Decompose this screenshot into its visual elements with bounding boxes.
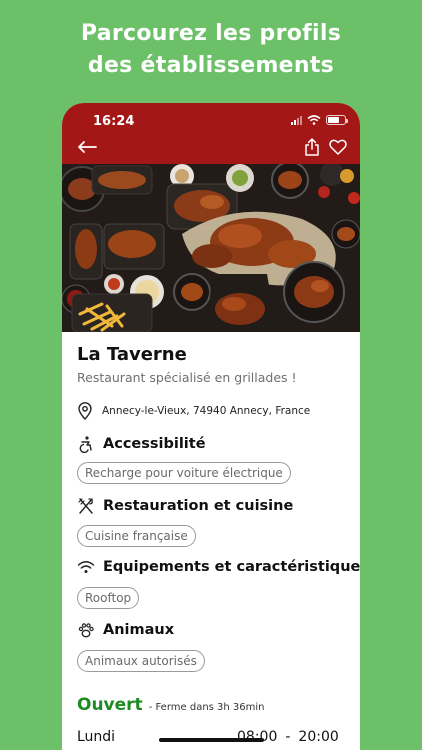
hours-open: 08:00 — [237, 729, 278, 745]
chip-french-cuisine[interactable]: Cuisine française — [77, 525, 196, 547]
restaurant-photo — [62, 164, 360, 332]
chip-pets-allowed[interactable]: Animaux autorisés — [77, 650, 205, 672]
details-panel: La Taverne Restaurant spécialisé en gril… — [62, 332, 360, 750]
utensils-icon — [78, 498, 93, 514]
phone-screen: 16:24 La Taverne Restaurant spécialisé e… — [62, 103, 360, 750]
hours-row: Lundi 08:00 - 20:00 — [77, 729, 347, 745]
closing-countdown: - Ferme dans 3h 36min — [148, 702, 265, 713]
hours-separator: - — [285, 729, 291, 745]
section-accessibility: Accessibilité — [77, 435, 206, 453]
restaurant-tagline: Restaurant spécialisé en grillades ! — [77, 370, 297, 385]
promo-headline: Parcourez les profils des établissements — [0, 18, 422, 82]
hours-day: Lundi — [77, 729, 116, 745]
wifi-icon — [77, 561, 95, 573]
address-row[interactable]: Annecy-le-Vieux, 74940 Annecy, France — [77, 402, 310, 420]
section-title: Equipements et caractéristiques — [103, 559, 360, 575]
chip-rooftop[interactable]: Rooftop — [77, 587, 140, 609]
status-icons — [291, 115, 348, 125]
accessibility-icon — [79, 436, 92, 453]
address-text: Annecy-le-Vieux, 74940 Annecy, France — [102, 405, 311, 417]
cellular-signal-icon — [291, 115, 302, 125]
section-food: Restauration et cuisine — [77, 497, 293, 515]
wifi-status-icon — [307, 115, 321, 125]
location-pin-icon — [78, 402, 92, 420]
section-title: Restauration et cuisine — [103, 498, 294, 514]
paw-icon — [78, 623, 94, 638]
status-time: 16:24 — [93, 114, 135, 129]
promo-headline-line-2: des établissements — [87, 53, 335, 78]
open-label: Ouvert — [77, 695, 143, 715]
restaurant-name: La Taverne — [77, 344, 187, 365]
section-title: Animaux — [103, 622, 175, 638]
top-bar: 16:24 — [62, 103, 360, 164]
section-equipment: Equipements et caractéristiques — [77, 559, 360, 575]
heart-icon[interactable] — [329, 139, 347, 155]
section-animals: Animaux — [77, 621, 174, 639]
opening-status: Ouvert - Ferme dans 3h 36min — [77, 695, 265, 715]
battery-icon — [326, 115, 348, 125]
promo-headline-line-1: Parcourez les profils — [80, 21, 342, 46]
hours-close: 20:00 — [298, 729, 339, 745]
chip-ev-charging[interactable]: Recharge pour voiture électrique — [77, 462, 291, 484]
home-indicator[interactable] — [159, 738, 264, 742]
back-arrow-icon[interactable] — [76, 137, 98, 157]
share-icon[interactable] — [304, 137, 320, 157]
section-title: Accessibilité — [103, 436, 206, 452]
